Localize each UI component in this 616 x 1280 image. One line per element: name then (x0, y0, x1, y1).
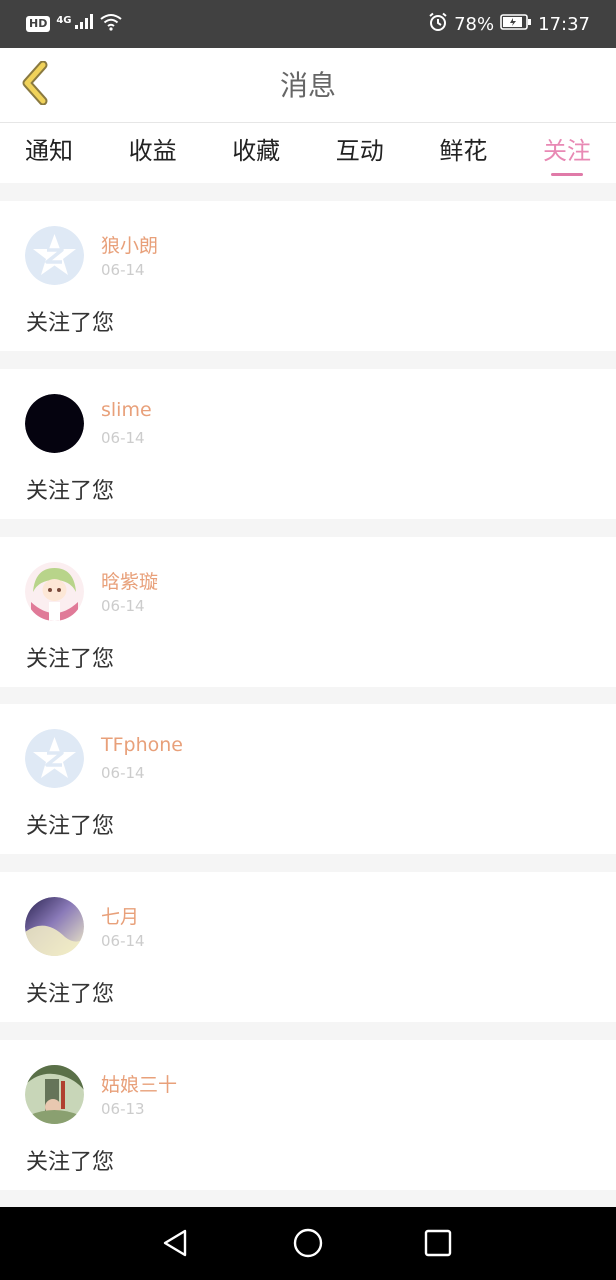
signal-icon (74, 14, 94, 34)
message-text: 关注了您 (26, 311, 115, 336)
avatar[interactable] (25, 897, 84, 956)
status-bar: HD 4G 78% 17:37 (0, 0, 616, 48)
status-left: HD 4G (26, 13, 122, 35)
page-title: 消息 (279, 69, 336, 102)
avatar[interactable] (25, 1065, 84, 1124)
user-name[interactable]: 晗紫璇 (101, 567, 158, 594)
user-name[interactable]: 七月 (101, 902, 139, 929)
message-text: 关注了您 (26, 479, 115, 504)
tab-bar: 通知 收益 收藏 互动 鲜花 关注 (0, 123, 616, 183)
tab-favorites[interactable]: 收藏 (232, 123, 280, 183)
list-item[interactable]: 姑娘三十 06-13 关注了您 (0, 1040, 616, 1190)
message-date: 06-14 (101, 261, 145, 279)
message-text: 关注了您 (26, 982, 115, 1007)
tab-earnings[interactable]: 收益 (129, 123, 177, 183)
wifi-icon (99, 13, 122, 35)
tab-flowers[interactable]: 鲜花 (439, 123, 487, 183)
list-item[interactable]: 狼小朗 06-14 关注了您 (0, 201, 616, 351)
avatar[interactable] (25, 226, 84, 285)
recents-square-icon (424, 1229, 452, 1257)
alarm-icon (428, 12, 448, 37)
message-list[interactable]: 狼小朗 06-14 关注了您 slime 06-14 关注了您 晗紫璇 06-1… (0, 183, 616, 1207)
photo-avatar-icon (25, 897, 84, 956)
default-star-avatar-icon (25, 729, 84, 788)
list-item[interactable]: 晗紫璇 06-14 关注了您 (0, 537, 616, 687)
battery-percent: 78% (454, 13, 495, 35)
tab-follows[interactable]: 关注 (543, 123, 591, 183)
network-label: 4G (56, 14, 72, 26)
avatar[interactable] (25, 729, 84, 788)
back-button[interactable] (14, 60, 54, 109)
nav-recents-button[interactable] (420, 1225, 456, 1261)
user-name[interactable]: 姑娘三十 (101, 1070, 177, 1097)
tab-interactions[interactable]: 互动 (336, 123, 384, 183)
tab-notifications[interactable]: 通知 (25, 123, 73, 183)
message-date: 06-14 (101, 764, 145, 782)
default-star-avatar-icon (25, 226, 84, 285)
message-date: 06-14 (101, 932, 145, 950)
hd-badge: HD (26, 16, 51, 32)
status-right: 78% 17:37 (428, 12, 590, 37)
message-date: 06-13 (101, 1100, 145, 1118)
avatar[interactable] (25, 394, 84, 453)
nav-back-button[interactable] (158, 1225, 194, 1261)
dark-avatar-icon (25, 394, 84, 453)
message-date: 06-14 (101, 429, 145, 447)
list-item[interactable]: slime 06-14 关注了您 (0, 369, 616, 519)
message-text: 关注了您 (26, 1150, 115, 1175)
message-text: 关注了您 (26, 647, 115, 672)
book-cover-avatar-icon (25, 1065, 84, 1124)
message-text: 关注了您 (26, 814, 115, 839)
message-date: 06-14 (101, 597, 145, 615)
nav-home-button[interactable] (290, 1225, 326, 1261)
list-item[interactable]: TFphone 06-14 关注了您 (0, 704, 616, 854)
app-header: 消息 (0, 48, 616, 123)
battery-icon (500, 13, 532, 35)
list-item[interactable]: 七月 06-14 关注了您 (0, 872, 616, 1022)
back-triangle-icon (163, 1229, 187, 1257)
anime-avatar-icon (25, 562, 84, 621)
system-nav-bar (0, 1207, 616, 1280)
home-circle-icon (293, 1228, 323, 1258)
avatar[interactable] (25, 562, 84, 621)
chevron-left-icon (19, 60, 49, 109)
user-name[interactable]: TFphone (101, 734, 183, 756)
user-name[interactable]: 狼小朗 (101, 231, 158, 258)
user-name[interactable]: slime (101, 399, 152, 421)
clock-time: 17:37 (538, 13, 590, 35)
